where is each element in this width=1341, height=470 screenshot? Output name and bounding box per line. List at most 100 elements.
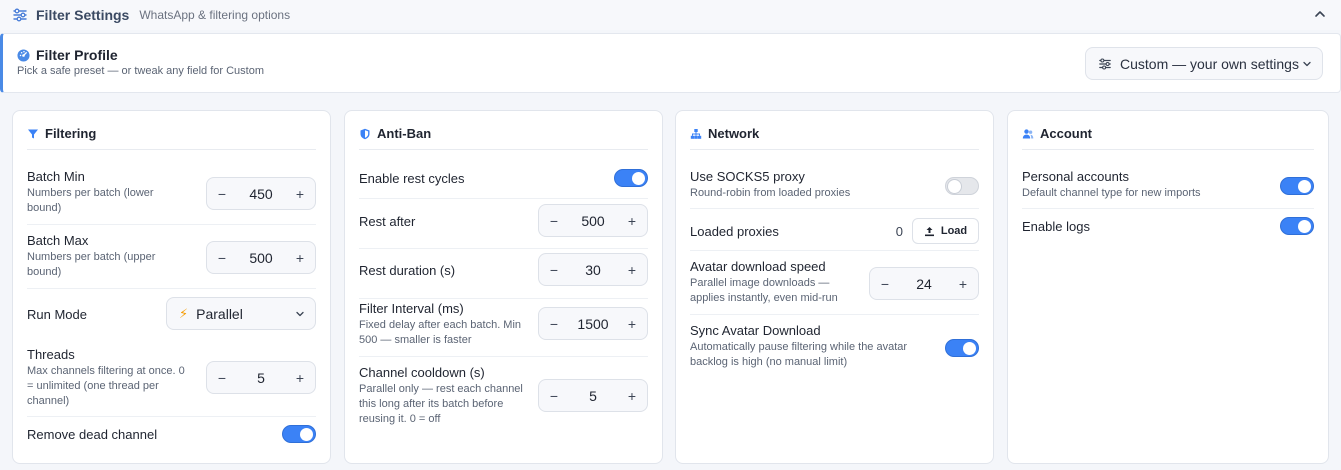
- filter-profile-section: Filter Profile Pick a safe preset — or t…: [0, 33, 1341, 93]
- rest-after-label: Rest after: [359, 214, 416, 229]
- channel-cooldown-row: Channel cooldown (s) Parallel only — res…: [359, 365, 648, 435]
- loaded-proxies-row: Loaded proxies 0 Load: [690, 215, 979, 251]
- threads-stepper[interactable]: − 5 +: [206, 361, 316, 394]
- load-proxies-button[interactable]: Load: [912, 218, 979, 244]
- panel-title: Network: [708, 126, 760, 141]
- header-subtitle: WhatsApp & filtering options: [139, 8, 291, 22]
- sliders-icon: [13, 8, 27, 22]
- increment-button[interactable]: +: [625, 262, 639, 278]
- filter-interval-value[interactable]: 1500: [577, 316, 608, 332]
- threads-label: Threads: [27, 347, 75, 362]
- decrement-button[interactable]: −: [215, 250, 229, 266]
- socks5-label: Use SOCKS5 proxy: [690, 169, 805, 184]
- profile-select[interactable]: Custom — your own settings: [1085, 47, 1323, 80]
- rest-after-row: Rest after − 500 +: [359, 203, 648, 249]
- anti-ban-panel: Anti-Ban Enable rest cycles Rest after −…: [344, 110, 663, 464]
- loaded-proxies-label: Loaded proxies: [690, 224, 779, 239]
- panel-title: Account: [1040, 126, 1092, 141]
- batch-min-stepper[interactable]: − 450 +: [206, 177, 316, 210]
- rest-duration-label: Rest duration (s): [359, 263, 456, 278]
- socks5-row: Use SOCKS5 proxy Round-robin from loaded…: [690, 169, 979, 209]
- rest-cycles-toggle[interactable]: [614, 169, 648, 187]
- batch-max-stepper[interactable]: − 500 +: [206, 241, 316, 274]
- decrement-button[interactable]: −: [215, 370, 229, 386]
- batch-min-row: Batch Min Numbers per batch (lower bound…: [27, 169, 316, 225]
- rest-cycles-row: Enable rest cycles: [359, 169, 648, 199]
- increment-button[interactable]: +: [625, 213, 639, 229]
- sync-avatar-row: Sync Avatar Download Automatically pause…: [690, 323, 979, 379]
- rest-cycles-label: Enable rest cycles: [359, 171, 465, 186]
- run-mode-row: Run Mode ⚡ Parallel: [27, 297, 316, 339]
- users-icon: [1022, 128, 1034, 138]
- rest-duration-value[interactable]: 30: [585, 262, 601, 278]
- personal-accounts-row: Personal accounts Default channel type f…: [1022, 169, 1314, 209]
- filtering-panel: Filtering Batch Min Numbers per batch (l…: [12, 110, 331, 464]
- profile-subtitle: Pick a safe preset — or tweak any field …: [17, 65, 264, 77]
- decrement-button[interactable]: −: [547, 262, 561, 278]
- socks5-desc: Round-robin from loaded proxies: [690, 187, 851, 199]
- increment-button[interactable]: +: [293, 370, 307, 386]
- decrement-button[interactable]: −: [547, 316, 561, 332]
- panel-title: Anti-Ban: [377, 126, 432, 141]
- network-icon: [690, 128, 702, 139]
- batch-max-desc: Numbers per batch (upper bound): [27, 251, 156, 278]
- enable-logs-row: Enable logs: [1022, 217, 1314, 243]
- decrement-button[interactable]: −: [547, 213, 561, 229]
- enable-logs-toggle[interactable]: [1280, 217, 1314, 235]
- channel-cooldown-stepper[interactable]: − 5 +: [538, 379, 648, 412]
- personal-accounts-desc: Default channel type for new imports: [1022, 187, 1201, 199]
- threads-row: Threads Max channels filtering at once. …: [27, 347, 316, 417]
- filter-interval-desc: Fixed delay after each batch. Min 500 — …: [359, 319, 522, 346]
- remove-dead-label: Remove dead channel: [27, 427, 158, 442]
- decrement-button[interactable]: −: [215, 186, 229, 202]
- run-mode-label: Run Mode: [27, 307, 87, 322]
- remove-dead-row: Remove dead channel: [27, 425, 316, 451]
- loaded-proxies-count: 0: [895, 224, 903, 239]
- increment-button[interactable]: +: [956, 276, 970, 292]
- sync-avatar-toggle[interactable]: [945, 339, 979, 357]
- increment-button[interactable]: +: [293, 186, 307, 202]
- run-mode-value: Parallel: [196, 305, 243, 322]
- threads-value[interactable]: 5: [257, 370, 265, 386]
- filter-interval-row: Filter Interval (ms) Fixed delay after e…: [359, 301, 648, 357]
- increment-button[interactable]: +: [625, 316, 639, 332]
- batch-max-value[interactable]: 500: [249, 250, 272, 266]
- gauge-icon: [17, 48, 30, 62]
- remove-dead-toggle[interactable]: [282, 425, 316, 443]
- settings-header[interactable]: Filter Settings WhatsApp & filtering opt…: [0, 0, 1341, 30]
- batch-min-desc: Numbers per batch (lower bound): [27, 187, 154, 214]
- socks5-toggle[interactable]: [945, 177, 979, 195]
- upload-icon: [924, 226, 934, 236]
- chevron-down-icon: [296, 311, 304, 317]
- enable-logs-label: Enable logs: [1022, 219, 1090, 234]
- increment-button[interactable]: +: [293, 250, 307, 266]
- rest-after-value[interactable]: 500: [581, 213, 604, 229]
- increment-button[interactable]: +: [625, 388, 639, 404]
- chevron-down-icon: [1303, 61, 1311, 67]
- personal-accounts-toggle[interactable]: [1280, 177, 1314, 195]
- panel-title: Filtering: [45, 126, 97, 141]
- avatar-speed-stepper[interactable]: − 24 +: [869, 267, 979, 300]
- decrement-button[interactable]: −: [547, 388, 561, 404]
- run-mode-select[interactable]: ⚡ Parallel: [166, 297, 316, 330]
- chevron-up-icon[interactable]: [1313, 7, 1327, 21]
- shield-icon: [360, 128, 370, 139]
- rest-after-stepper[interactable]: − 500 +: [538, 204, 648, 237]
- channel-cooldown-desc: Parallel only — rest each channel this l…: [359, 383, 523, 425]
- account-panel: Account Personal accounts Default channe…: [1007, 110, 1329, 464]
- profile-select-value: Custom — your own settings: [1120, 55, 1299, 72]
- batch-min-value[interactable]: 450: [249, 186, 272, 202]
- threads-desc: Max channels filtering at once. 0 = unli…: [27, 365, 185, 407]
- avatar-speed-desc: Parallel image downloads — applies insta…: [690, 277, 838, 304]
- filter-interval-stepper[interactable]: − 1500 +: [538, 307, 648, 340]
- load-button-label: Load: [940, 225, 968, 237]
- batch-max-row: Batch Max Numbers per batch (upper bound…: [27, 233, 316, 289]
- channel-cooldown-value[interactable]: 5: [589, 388, 597, 404]
- avatar-speed-value[interactable]: 24: [916, 276, 932, 292]
- rest-duration-stepper[interactable]: − 30 +: [538, 253, 648, 286]
- decrement-button[interactable]: −: [878, 276, 892, 292]
- lightning-icon: ⚡: [179, 305, 189, 321]
- sliders-icon: [1099, 57, 1111, 70]
- personal-accounts-label: Personal accounts: [1022, 169, 1129, 184]
- network-panel: Network Use SOCKS5 proxy Round-robin fro…: [675, 110, 994, 464]
